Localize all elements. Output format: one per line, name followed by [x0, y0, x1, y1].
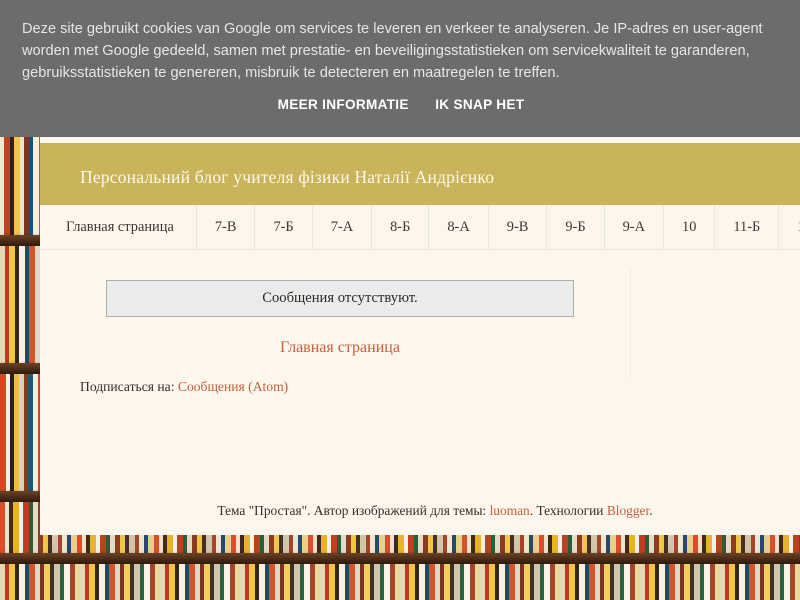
- shelf-plank: [0, 553, 800, 564]
- footer-powered-text: . Технологии: [529, 503, 607, 518]
- tab-9b[interactable]: 9-Б: [547, 205, 605, 249]
- footer-period: .: [649, 503, 653, 518]
- status-text: Сообщения отсутствуют.: [262, 290, 418, 306]
- atom-feed-link[interactable]: Сообщения (Atom): [178, 379, 288, 394]
- tab-8a[interactable]: 8-А: [429, 205, 489, 249]
- tab-label: 9-А: [622, 218, 645, 235]
- tab-11b[interactable]: 11-Б: [715, 205, 780, 249]
- tab-8b[interactable]: 8-Б: [372, 205, 430, 249]
- tab-label: 9-Б: [565, 218, 586, 235]
- main-column: Сообщения отсутствуют. Главная страница …: [40, 250, 630, 395]
- sidebar-divider: [630, 268, 631, 378]
- tab-7v[interactable]: 7-В: [197, 205, 256, 249]
- home-page-link[interactable]: Главная страница: [280, 339, 400, 356]
- tab-label: 7-А: [330, 218, 354, 235]
- subscribe-line: Подписаться на: Сообщения (Atom): [80, 379, 630, 395]
- blog-header-band: Персональний блог учителя фізики Наталії…: [40, 143, 800, 205]
- tab-9a[interactable]: 9-А: [605, 205, 664, 249]
- cookie-consent-actions: MEER INFORMATIE IK SNAP HET: [22, 96, 780, 114]
- tab-7a[interactable]: 7-А: [313, 205, 373, 249]
- more-information-button[interactable]: MEER INFORMATIE: [278, 97, 409, 112]
- cookie-consent-banner: Deze site gebruikt cookies van Google om…: [0, 0, 800, 137]
- page-tab-bar: Главная страница 7-В 7-Б 7-А 8-Б 8-А 9-В…: [40, 205, 800, 250]
- tab-9v[interactable]: 9-В: [489, 205, 548, 249]
- book-spines: [0, 564, 800, 600]
- cookie-consent-message: Deze site gebruikt cookies van Google om…: [22, 21, 763, 81]
- tab-label: 11-Б: [733, 218, 761, 235]
- blog-title: Персональний блог учителя фізики Наталії…: [80, 167, 495, 187]
- accept-cookies-button[interactable]: IK SNAP HET: [435, 97, 524, 112]
- blog-footer: Тема "Простая". Автор изображений для те…: [40, 503, 800, 535]
- tab-label: 9-В: [506, 218, 529, 235]
- tab-7b[interactable]: 7-Б: [255, 205, 313, 249]
- image-author-link[interactable]: luoman: [490, 503, 530, 518]
- no-posts-status-message: Сообщения отсутствуют.: [106, 280, 574, 317]
- tab-11a-truncated[interactable]: 1: [779, 205, 800, 249]
- tab-label: Главная страница: [66, 218, 174, 235]
- content-area: Сообщения отсутствуют. Главная страница …: [40, 250, 800, 535]
- tab-main-page[interactable]: Главная страница: [40, 205, 197, 249]
- tab-10[interactable]: 10: [664, 205, 716, 249]
- blogger-platform-link[interactable]: Blogger: [607, 503, 649, 518]
- tab-label: 8-Б: [390, 218, 411, 235]
- tab-label: 7-В: [214, 218, 237, 235]
- subscribe-label: Подписаться на:: [80, 379, 178, 394]
- bookshelf-row: [0, 564, 800, 600]
- tab-label: 8-А: [447, 218, 470, 235]
- blog-page-wrapper: Персональний блог учителя фізики Наталії…: [40, 137, 800, 535]
- tab-label: 7-Б: [273, 218, 294, 235]
- home-link-container: Главная страница: [40, 339, 640, 357]
- footer-attribution: Тема "Простая". Автор изображений для те…: [40, 503, 800, 519]
- footer-theme-text: Тема "Простая". Автор изображений для те…: [217, 503, 490, 518]
- tab-label: 10: [682, 218, 697, 235]
